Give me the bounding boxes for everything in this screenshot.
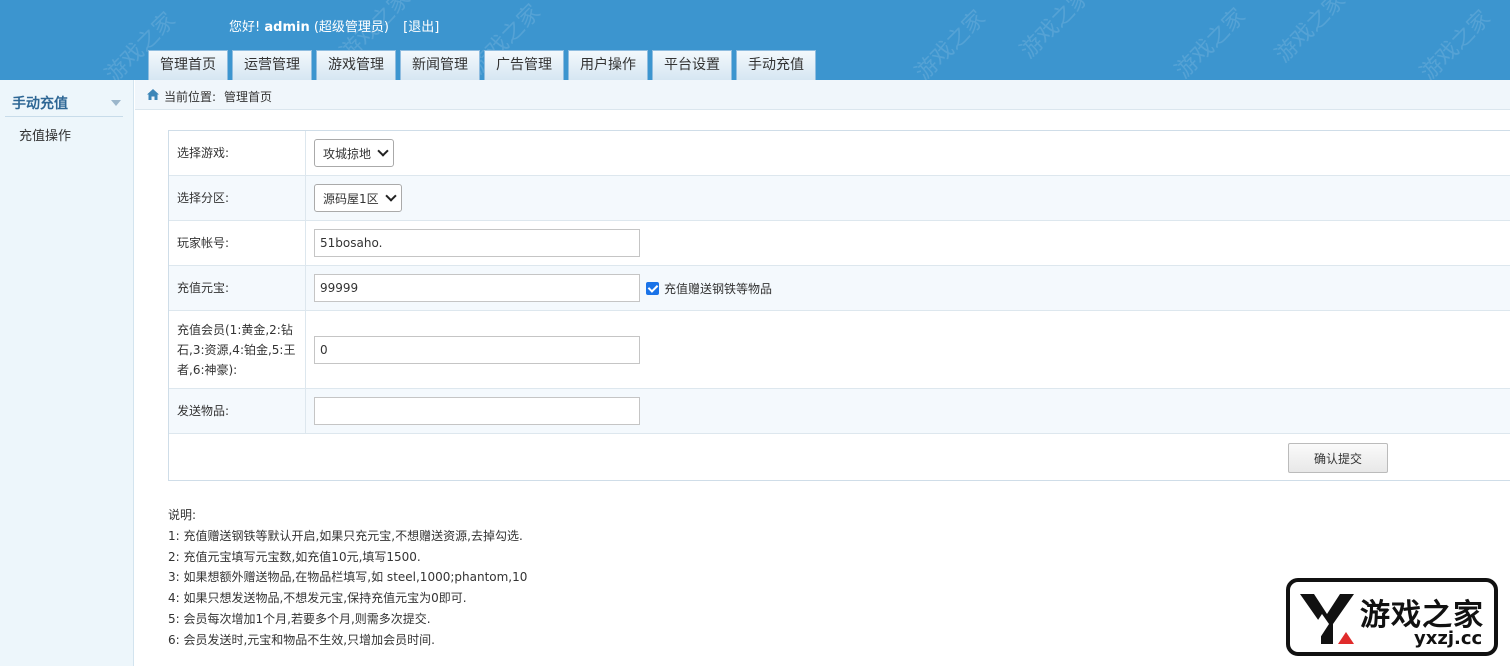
form-row-submit: 确认提交 <box>169 434 1510 480</box>
form-row-game: 选择游戏: 攻城掠地 <box>169 131 1510 176</box>
tab-home[interactable]: 管理首页 <box>148 50 228 80</box>
chevron-down-icon <box>384 190 397 202</box>
instruction-line: 5: 会员每次增加1个月,若要多个月,则需多次提交. <box>168 611 431 626</box>
sidebar-item-recharge[interactable]: 充值操作 <box>19 125 71 144</box>
sidebar: 手动充值 充值操作 <box>0 80 134 666</box>
tab-manual-recharge[interactable]: 手动充值 <box>736 50 816 80</box>
instruction-line: 3: 如果想额外赠送物品,在物品栏填写,如 steel,1000;phantom… <box>168 570 528 585</box>
yx-logo-icon <box>1300 594 1354 644</box>
breadcrumb: 当前位置: 管理首页 <box>135 80 1510 110</box>
account-label: 玩家帐号: <box>169 221 306 265</box>
watermark: 游戏之家 <box>1015 0 1096 64</box>
gift-items-checkbox-label[interactable]: 充值赠送钢铁等物品 <box>664 280 772 297</box>
instruction-line: 4: 如果只想发送物品,不想发元宝,保持充值元宝为0即可. <box>168 591 467 606</box>
game-select[interactable]: 攻城掠地 <box>314 139 395 167</box>
tab-news[interactable]: 新闻管理 <box>400 50 480 80</box>
instruction-line: 1: 充值赠送钢铁等默认开启,如果只充元宝,不想赠送资源,去掉勾选. <box>168 528 523 543</box>
instructions: 说明: 1: 充值赠送钢铁等默认开启,如果只充元宝,不想赠送资源,去掉勾选. 2… <box>168 505 527 651</box>
breadcrumb-current[interactable]: 管理首页 <box>224 88 272 105</box>
user-greeting: 您好! admin (超级管理员) [退出] <box>229 16 439 35</box>
user-name: admin <box>264 20 310 35</box>
watermark: 游戏之家 <box>1170 3 1251 80</box>
instruction-line: 2: 充值元宝填写元宝数,如充值10元,填写1500. <box>168 549 421 564</box>
server-label: 选择分区: <box>169 176 306 220</box>
server-select[interactable]: 源码屋1区 <box>314 184 402 212</box>
vip-label: 充值会员(1:黄金,2:钻石,3:资源,4:铂金,5:王者,6:神豪): <box>169 311 306 388</box>
tab-ads[interactable]: 广告管理 <box>484 50 564 80</box>
sidebar-title[interactable]: 手动充值 <box>5 93 123 117</box>
watermark: 游戏之家 <box>1270 0 1351 68</box>
tab-platform-settings[interactable]: 平台设置 <box>652 50 732 80</box>
user-role: (超级管理员) <box>313 20 389 35</box>
ingot-input[interactable]: 99999 <box>314 274 640 302</box>
top-header: 游戏之家 游戏之家 游戏之家 游戏之家 游戏之家 游戏之家 游戏之家 游戏之家 … <box>0 0 1510 80</box>
chevron-down-icon[interactable] <box>111 100 121 106</box>
account-input[interactable]: 51bosaho. <box>314 229 640 257</box>
ingot-label: 充值元宝: <box>169 266 306 310</box>
site-logo: 游戏之家 yxzj.cc <box>1286 578 1498 656</box>
watermark: 游戏之家 <box>1415 5 1496 80</box>
gift-items-checkbox[interactable] <box>646 281 659 295</box>
chevron-down-icon <box>377 145 389 157</box>
watermark: 游戏之家 <box>910 5 991 80</box>
game-label: 选择游戏: <box>169 131 306 175</box>
recharge-form: 选择游戏: 攻城掠地 选择分区: 源码屋1区 玩家帐号: 51bosaho. 充… <box>168 130 1510 481</box>
form-row-items: 发送物品: <box>169 389 1510 434</box>
instruction-line: 6: 会员发送时,元宝和物品不生效,只增加会员时间. <box>168 632 435 647</box>
home-icon <box>147 89 159 100</box>
submit-button[interactable]: 确认提交 <box>1288 443 1388 473</box>
tab-operations[interactable]: 运营管理 <box>232 50 312 80</box>
tab-users[interactable]: 用户操作 <box>568 50 648 80</box>
tab-games[interactable]: 游戏管理 <box>316 50 396 80</box>
form-row-ingot: 充值元宝: 99999 充值赠送钢铁等物品 <box>169 266 1510 311</box>
instructions-title: 说明: <box>168 508 197 522</box>
game-select-value: 攻城掠地 <box>323 146 372 161</box>
items-label: 发送物品: <box>169 389 306 433</box>
form-row-vip: 充值会员(1:黄金,2:钻石,3:资源,4:铂金,5:王者,6:神豪): 0 <box>169 311 1510 389</box>
form-row-account: 玩家帐号: 51bosaho. <box>169 221 1510 266</box>
form-row-server: 选择分区: 源码屋1区 <box>169 176 1510 221</box>
sidebar-title-label: 手动充值 <box>12 96 68 112</box>
logo-text-en: yxzj.cc <box>1414 628 1483 649</box>
greeting-text: 您好! <box>229 20 261 35</box>
breadcrumb-label: 当前位置: <box>164 90 217 104</box>
items-input[interactable] <box>314 397 640 425</box>
vip-input[interactable]: 0 <box>314 335 640 364</box>
main-nav-tabs: 管理首页 运营管理 游戏管理 新闻管理 广告管理 用户操作 平台设置 手动充值 <box>148 50 820 80</box>
logout-link[interactable]: [退出] <box>403 20 439 35</box>
server-select-value: 源码屋1区 <box>323 191 379 206</box>
